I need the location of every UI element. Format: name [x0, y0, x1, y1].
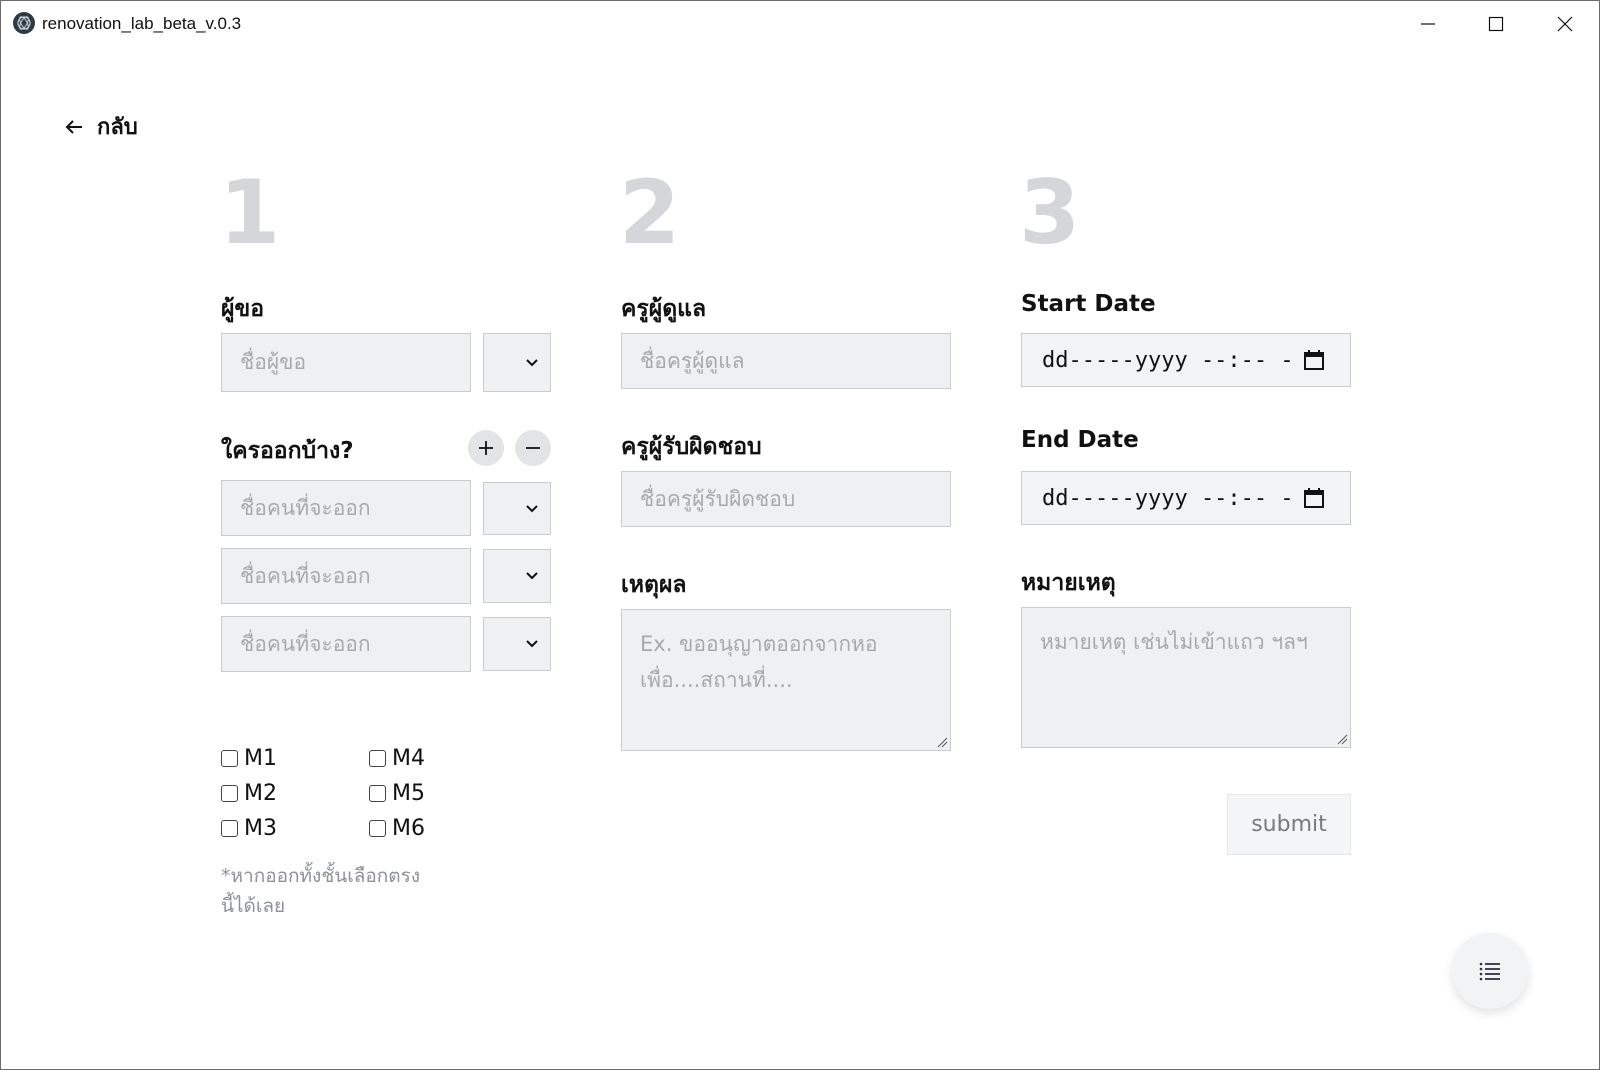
remove-person-button[interactable] [515, 430, 551, 466]
out-person-select-3[interactable] [483, 617, 551, 671]
step-number-2: 2 [619, 161, 681, 264]
back-button[interactable]: กลับ [63, 109, 138, 144]
chevron-down-icon [526, 504, 538, 512]
requester-label: ผู้ขอ [221, 296, 265, 322]
chevron-down-icon [526, 358, 538, 366]
class-checkbox-m6[interactable]: M6 [369, 816, 425, 841]
step-number-3: 3 [1019, 161, 1081, 264]
chevron-down-icon [526, 572, 538, 580]
checkbox-label: M2 [244, 781, 277, 806]
responsible-label: ครูผู้รับผิดชอบ [621, 434, 762, 460]
resize-handle-icon[interactable] [936, 736, 948, 748]
checkbox-box[interactable] [369, 750, 386, 767]
class-note: *หากออกทั้งชั้นเลือกตรงนี้ได้เลย [221, 865, 421, 917]
resize-handle-icon[interactable] [1336, 733, 1348, 745]
start-date-value: dd-----yyyy --:-- - [1042, 347, 1294, 373]
end-date-input[interactable]: dd-----yyyy --:-- - [1021, 471, 1351, 525]
checkbox-box[interactable] [369, 820, 386, 837]
arrow-left-icon [65, 119, 82, 134]
advisor-input[interactable]: ชื่อครูผู้ดูแล [621, 333, 951, 389]
plus-icon [479, 441, 493, 455]
chevron-down-icon [526, 640, 538, 648]
list-icon [1479, 962, 1500, 981]
checkbox-label: M4 [392, 746, 425, 771]
out-person-input-3[interactable]: ชื่อคนที่จะออก [221, 616, 471, 672]
remark-textarea[interactable]: หมายเหตุ เช่นไม่เข้าแถว ฯลฯ [1021, 607, 1351, 748]
reason-label: เหตุผล [621, 572, 687, 598]
checkbox-label: M5 [392, 781, 425, 806]
checkbox-label: M1 [244, 746, 277, 771]
close-icon [1557, 16, 1573, 32]
remark-label: หมายเหตุ [1021, 570, 1116, 596]
calendar-icon[interactable] [1302, 486, 1326, 510]
start-date-label: Start Date [1021, 291, 1156, 317]
step-number-1: 1 [219, 161, 281, 264]
end-date-value: dd-----yyyy --:-- - [1042, 485, 1294, 511]
maximize-button[interactable] [1462, 1, 1530, 47]
back-label: กลับ [97, 115, 138, 140]
out-person-select-2[interactable] [483, 549, 551, 603]
reason-textarea[interactable]: Ex. ขออนุญาตออกจากหอ เพื่อ....สถานที่...… [621, 609, 951, 751]
checkbox-box[interactable] [369, 785, 386, 802]
window-title: renovation_lab_beta_v.0.3 [42, 14, 242, 33]
class-checkbox-m4[interactable]: M4 [369, 746, 425, 771]
app-window: renovation_lab_beta_v.0.3 กลับ 1 2 3 ผู้… [0, 0, 1600, 1070]
start-date-input[interactable]: dd-----yyyy --:-- - [1021, 333, 1351, 387]
minus-icon [526, 447, 540, 449]
reason-placeholder: Ex. ขออนุญาตออกจากหอ เพื่อ....สถานที่...… [640, 632, 878, 692]
advisor-label: ครูผู้ดูแล [621, 296, 707, 322]
who-leaves-label: ใครออกบ้าง? [221, 438, 354, 464]
out-person-input-2[interactable]: ชื่อคนที่จะออก [221, 548, 471, 604]
checkbox-label: M6 [392, 816, 425, 841]
checkbox-box[interactable] [221, 785, 238, 802]
class-checkbox-m1[interactable]: M1 [221, 746, 277, 771]
submit-button[interactable]: submit [1227, 794, 1351, 855]
out-person-select-1[interactable] [483, 482, 551, 535]
class-checkbox-m5[interactable]: M5 [369, 781, 425, 806]
out-person-input-1[interactable]: ชื่อคนที่จะออก [221, 480, 471, 536]
calendar-icon[interactable] [1302, 348, 1326, 372]
checkbox-label: M3 [244, 816, 277, 841]
checkbox-box[interactable] [221, 750, 238, 767]
remark-placeholder: หมายเหตุ เช่นไม่เข้าแถว ฯลฯ [1040, 630, 1308, 654]
class-checkbox-m2[interactable]: M2 [221, 781, 277, 806]
maximize-icon [1488, 16, 1504, 32]
menu-fab-button[interactable] [1452, 933, 1528, 1009]
minimize-icon [1421, 23, 1435, 25]
close-button[interactable] [1531, 1, 1599, 47]
responsible-input[interactable]: ชื่อครูผู้รับผิดชอบ [621, 471, 951, 527]
title-bar: renovation_lab_beta_v.0.3 [1, 1, 1599, 47]
app-logo-icon [13, 12, 35, 34]
requester-input[interactable]: ชื่อผู้ขอ [221, 333, 471, 392]
minimize-button[interactable] [1394, 1, 1462, 47]
requester-select[interactable] [483, 333, 551, 392]
class-checkbox-m3[interactable]: M3 [221, 816, 277, 841]
end-date-label: End Date [1021, 427, 1139, 453]
checkbox-box[interactable] [221, 820, 238, 837]
add-person-button[interactable] [468, 430, 504, 466]
